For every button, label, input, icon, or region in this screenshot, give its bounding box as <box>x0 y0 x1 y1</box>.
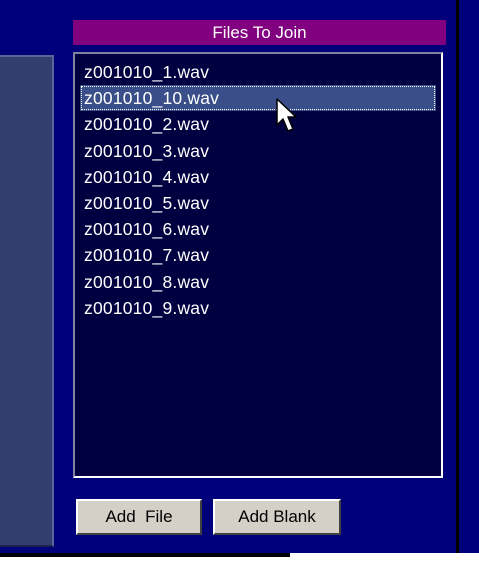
list-item[interactable]: z001010_4.wav <box>80 164 436 190</box>
list-item[interactable]: z001010_1.wav <box>80 59 436 85</box>
left-panel <box>0 55 54 547</box>
list-item[interactable]: z001010_2.wav <box>80 111 436 137</box>
app-window: Files To Join z001010_1.wav z001010_10.wa… <box>0 0 479 553</box>
add-file-button[interactable]: Add File <box>76 499 202 535</box>
list-item[interactable]: z001010_7.wav <box>80 242 436 268</box>
list-item[interactable]: z001010_9.wav <box>80 295 436 321</box>
file-list: z001010_1.wav z001010_10.wav z001010_2.wav… <box>80 59 436 321</box>
right-strip <box>462 0 479 553</box>
mouse-pointer-icon <box>276 98 297 132</box>
list-item[interactable]: z001010_6.wav <box>80 216 436 242</box>
list-item[interactable]: z001010_8.wav <box>80 269 436 295</box>
list-item[interactable]: z001010_10.wav <box>80 85 436 112</box>
window-divider <box>456 0 459 553</box>
files-listbox[interactable]: z001010_1.wav z001010_10.wav z001010_2.wav… <box>73 52 443 478</box>
add-blank-button[interactable]: Add Blank <box>213 499 341 535</box>
bottom-border <box>0 553 290 557</box>
list-item[interactable]: z001010_3.wav <box>80 138 436 164</box>
files-to-join-header: Files To Join <box>73 20 446 45</box>
list-item[interactable]: z001010_5.wav <box>80 190 436 216</box>
